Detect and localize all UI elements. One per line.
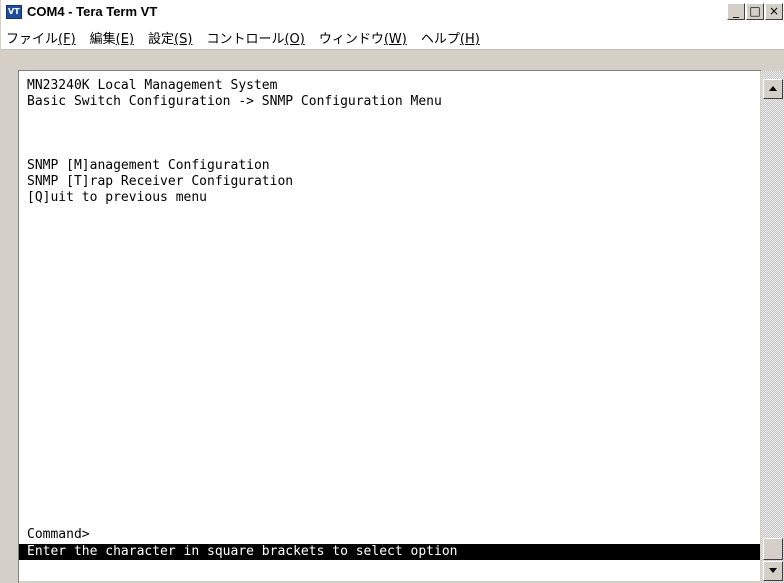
terminal-option-trap-receiver[interactable]: SNMP [T]rap Receiver Configuration [27, 174, 293, 190]
menu-file[interactable]: ファイル(F) [1, 28, 83, 47]
vertical-scrollbar[interactable] [761, 71, 784, 583]
menu-setup-label: 設定 [148, 32, 175, 47]
scroll-up-button[interactable] [763, 79, 783, 99]
status-message: Enter the character in square brackets t… [27, 544, 458, 559]
title-bar[interactable]: COM4 - Tera Term VT _ □ × [1, 0, 784, 27]
minimize-button[interactable]: _ [727, 3, 745, 20]
tera-term-app-icon[interactable] [6, 5, 22, 19]
tera-term-window: COM4 - Tera Term VT _ □ × ファイル(F) 編集(E) … [0, 0, 784, 583]
menu-file-label: ファイル [6, 32, 59, 47]
command-prompt[interactable]: Command> [27, 527, 90, 543]
terminal-line-system: MN23240K Local Management System [27, 78, 278, 93]
menu-window[interactable]: ウィンドウ(W) [312, 28, 414, 47]
menu-window-label: ウィンドウ [318, 32, 384, 47]
close-button[interactable]: × [765, 3, 783, 20]
menu-setup[interactable]: 設定(S) [141, 28, 199, 47]
menu-help-label: ヘルプ [420, 32, 460, 47]
maximize-button[interactable]: □ [746, 3, 764, 20]
terminal-screen[interactable]: MN23240K Local Management System Basic S… [19, 71, 760, 581]
window-title: COM4 - Tera Term VT [27, 4, 158, 19]
menu-edit-accel: (E) [115, 32, 135, 47]
scroll-down-button[interactable] [763, 561, 783, 581]
window-controls: _ □ × [727, 3, 783, 23]
menu-bar: ファイル(F) 編集(E) 設定(S) コントロール(O) ウィンドウ(W) ヘ… [1, 26, 784, 50]
menu-setup-accel: (S) [174, 32, 193, 47]
scrollbar-thumb[interactable] [763, 538, 783, 560]
terminal-option-quit[interactable]: [Q]uit to previous menu [27, 190, 207, 206]
menu-control[interactable]: コントロール(O) [199, 28, 311, 47]
menu-window-accel: (W) [383, 32, 407, 47]
menu-help-accel: (H) [459, 32, 480, 47]
menu-file-accel: (F) [58, 32, 76, 47]
arrow-down-icon [769, 568, 777, 573]
arrow-up-icon [769, 86, 777, 91]
menu-edit-label: 編集 [89, 32, 116, 47]
menu-edit[interactable]: 編集(E) [83, 28, 141, 47]
menu-help[interactable]: ヘルプ(H) [414, 28, 487, 47]
menu-control-label: コントロール [206, 32, 285, 47]
terminal-option-management[interactable]: SNMP [M]anagement Configuration [27, 158, 270, 174]
menu-control-accel: (O) [284, 32, 305, 47]
status-bar: Enter the character in square brackets t… [19, 544, 760, 560]
terminal-line-breadcrumb: Basic Switch Configuration -> SNMP Confi… [27, 94, 442, 109]
